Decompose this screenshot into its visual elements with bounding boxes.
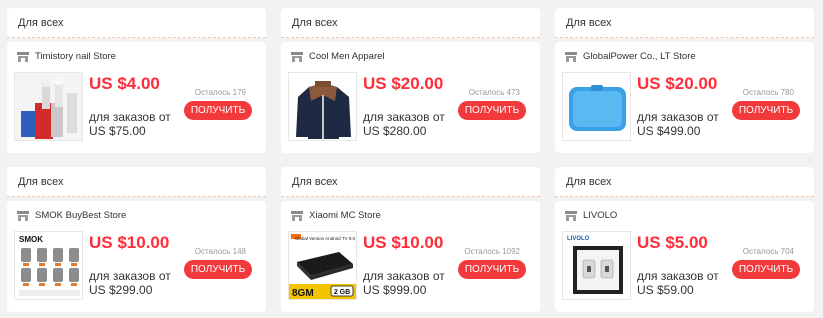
store-name[interactable]: Xiaomi MC Store [309,210,381,221]
store-name[interactable]: GlobalPower Co., LT Store [583,51,696,62]
coupon-body: Xiaomi MC Store Global Version Android T… [281,201,540,312]
coupon-body: LIVOLO LIVOLO US $5.00 для заказов от US… [555,201,814,312]
coupons-remaining: Осталось 473 [468,88,520,97]
coupon-body: GlobalPower Co., LT Store US $20.00 для … [555,42,814,153]
coupon-price: US $10.00 [89,233,170,252]
product-image-blue-case[interactable] [562,72,631,141]
store-name[interactable]: Timistory nail Store [35,51,116,62]
get-coupon-button[interactable]: ПОЛУЧИТЬ [184,101,252,120]
store-icon [565,51,577,62]
order-min-label: для заказов от [89,110,171,124]
tv-box-storage-text: 2 GB [334,289,350,296]
smok-logo-text: SMOK [19,235,43,244]
order-min-label: для заказов от [637,269,719,283]
order-min-label: для заказов от [637,110,719,124]
store-row[interactable]: GlobalPower Co., LT Store [565,51,696,62]
get-coupon-button[interactable]: ПОЛУЧИТЬ [732,260,800,279]
store-name[interactable]: SMOK BuyBest Store [35,210,126,221]
order-min-value: US $499.00 [637,124,701,138]
coupons-remaining: Осталось 1092 [464,247,520,256]
tv-box-ram-text: 8GM [292,288,314,299]
coupon-body: Timistory nail Store US $4.00 для заказо… [7,42,266,153]
store-row[interactable]: Cool Men Apparel [291,51,385,62]
coupon-price: US $20.00 [363,74,444,93]
get-coupon-button[interactable]: ПОЛУЧИТЬ [458,260,526,279]
coupon-audience: Для всех [281,8,540,38]
coupon-price: US $5.00 [637,233,708,252]
tv-box-caption: Global Version Android TV 9.0 [295,236,356,241]
product-image-mens-jacket[interactable] [288,72,357,141]
coupon-card-1: Для всех Timistory nail Store US $4.00 д… [7,8,266,153]
get-coupon-button[interactable]: ПОЛУЧИТЬ [184,260,252,279]
product-image-nail-drill-bits[interactable] [14,72,83,141]
get-coupon-button[interactable]: ПОЛУЧИТЬ [458,101,526,120]
coupon-audience: Для всех [7,8,266,38]
coupon-card-4: Для всех SMOK BuyBest Store SMOK US $10.… [7,167,266,312]
product-image-wall-socket[interactable]: LIVOLO [562,231,631,300]
order-min-label: для заказов от [89,269,171,283]
livolo-logo-text: LIVOLO [567,236,590,242]
coupon-price: US $20.00 [637,74,718,93]
store-row[interactable]: Timistory nail Store [17,51,116,62]
coupons-remaining: Осталось 148 [194,247,246,256]
coupons-remaining: Осталось 704 [742,247,794,256]
coupon-card-6: Для всех LIVOLO LIVOLO US $5.00 для зака… [555,167,814,312]
store-icon [17,210,29,221]
coupon-body: SMOK BuyBest Store SMOK US $10.00 для за… [7,201,266,312]
coupon-card-3: Для всех GlobalPower Co., LT Store US $2… [555,8,814,153]
coupon-audience: Для всех [7,167,266,197]
store-row[interactable]: LIVOLO [565,210,617,221]
coupon-card-5: Для всех Xiaomi MC Store Global Version … [281,167,540,312]
coupon-card-2: Для всех Cool Men Apparel US $20.00 для … [281,8,540,153]
coupon-price: US $4.00 [89,74,160,93]
coupons-remaining: Осталось 780 [742,88,794,97]
order-min-value: US $999.00 [363,283,427,297]
coupon-audience: Для всех [555,167,814,197]
order-min-label: для заказов от [363,269,445,283]
order-min-value: US $280.00 [363,124,427,138]
store-icon [291,210,303,221]
order-min-value: US $75.00 [89,124,146,138]
get-coupon-button[interactable]: ПОЛУЧИТЬ [732,101,800,120]
coupon-audience: Для всех [555,8,814,38]
product-image-smok-coils[interactable]: SMOK [14,231,83,300]
coupon-audience: Для всех [281,167,540,197]
store-row[interactable]: SMOK BuyBest Store [17,210,126,221]
order-min-label: для заказов от [363,110,445,124]
store-icon [17,51,29,62]
product-image-tv-box[interactable]: Global Version Android TV 9.0 8GM 2 GB [288,231,357,300]
store-name[interactable]: Cool Men Apparel [309,51,385,62]
coupon-price: US $10.00 [363,233,444,252]
coupon-body: Cool Men Apparel US $20.00 для заказов о… [281,42,540,153]
store-name[interactable]: LIVOLO [583,210,617,221]
order-min-value: US $299.00 [89,283,153,297]
coupons-remaining: Осталось 179 [194,88,246,97]
store-icon [291,51,303,62]
store-row[interactable]: Xiaomi MC Store [291,210,381,221]
store-icon [565,210,577,221]
order-min-value: US $59.00 [637,283,694,297]
